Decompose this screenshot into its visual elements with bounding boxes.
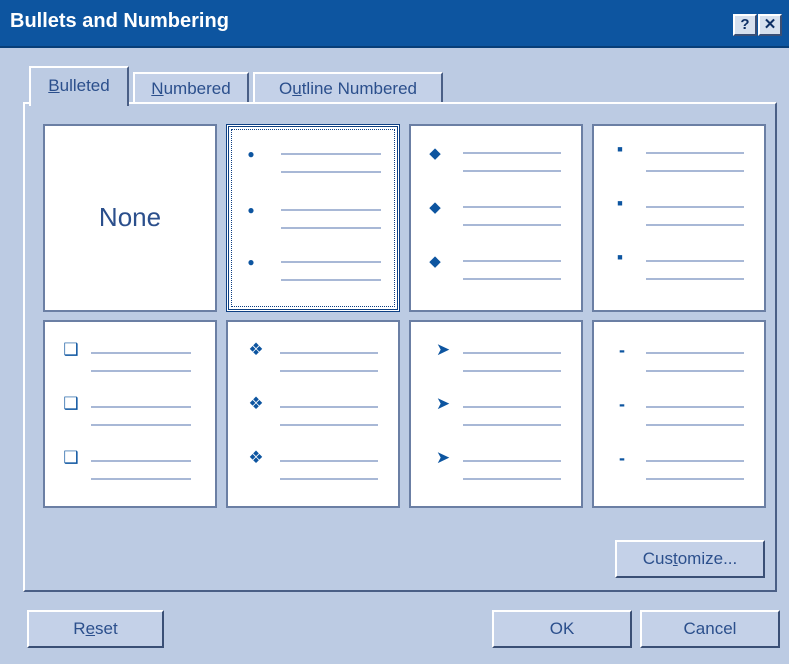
reset-button[interactable]: Reset bbox=[27, 610, 164, 648]
bulleted-panel: None ● ● ● ◆ ◆ ◆ ■ ■ ■ ❑ ❑ ❑ ❖ ❖ ❖ ➤ ➤ ➤… bbox=[23, 102, 777, 592]
square-bullet-icon: ■ bbox=[617, 252, 623, 262]
dash-bullet-icon: - bbox=[619, 448, 625, 468]
bullet-style-round[interactable]: ● ● ● bbox=[226, 124, 400, 312]
bullet-style-none[interactable]: None bbox=[43, 124, 217, 312]
bullet-style-arrowhead[interactable]: ➤ ➤ ➤ bbox=[409, 320, 583, 508]
arrowhead-bullet-icon: ➤ bbox=[435, 394, 451, 413]
ok-button[interactable]: OK bbox=[492, 610, 632, 648]
round-bullet-icon: ● bbox=[247, 147, 255, 161]
bullet-style-hollow-square[interactable]: ❑ ❑ ❑ bbox=[43, 320, 217, 508]
bullet-style-dash[interactable]: - - - bbox=[592, 320, 766, 508]
hollow-square-bullet-icon: ❑ bbox=[63, 448, 79, 467]
help-button[interactable]: ? bbox=[733, 14, 757, 36]
square-bullet-icon: ■ bbox=[617, 144, 623, 154]
title-bar: Bullets and Numbering ? ✕ bbox=[0, 0, 789, 48]
diamond-bullet-icon: ◆ bbox=[429, 199, 441, 216]
round-bullet-icon: ● bbox=[247, 203, 255, 217]
none-label: None bbox=[98, 202, 162, 232]
four-diamond-bullet-icon: ❖ bbox=[248, 448, 264, 467]
hollow-square-bullet-icon: ❑ bbox=[63, 394, 79, 413]
four-diamond-bullet-icon: ❖ bbox=[248, 394, 264, 413]
round-bullet-icon: ● bbox=[247, 255, 255, 269]
tab-bulleted[interactable]: Bulleted bbox=[29, 66, 129, 106]
bullet-style-diamond[interactable]: ◆ ◆ ◆ bbox=[409, 124, 583, 312]
arrowhead-bullet-icon: ➤ bbox=[435, 340, 451, 359]
four-diamond-bullet-icon: ❖ bbox=[248, 340, 264, 359]
dash-bullet-icon: - bbox=[619, 340, 625, 360]
hollow-square-bullet-icon: ❑ bbox=[63, 340, 79, 359]
diamond-bullet-icon: ◆ bbox=[429, 253, 441, 270]
diamond-bullet-icon: ◆ bbox=[429, 145, 441, 162]
customize-button[interactable]: Customize... bbox=[615, 540, 765, 578]
square-bullet-icon: ■ bbox=[617, 198, 623, 208]
dialog-title: Bullets and Numbering bbox=[10, 10, 229, 32]
tab-outline-numbered[interactable]: Outline Numbered bbox=[253, 72, 443, 104]
arrowhead-bullet-icon: ➤ bbox=[435, 448, 451, 467]
bullet-style-square[interactable]: ■ ■ ■ bbox=[592, 124, 766, 312]
close-button[interactable]: ✕ bbox=[758, 14, 782, 36]
dash-bullet-icon: - bbox=[619, 394, 625, 414]
cancel-button[interactable]: Cancel bbox=[640, 610, 780, 648]
tab-numbered[interactable]: Numbered bbox=[133, 72, 249, 104]
bullet-style-four-diamond[interactable]: ❖ ❖ ❖ bbox=[226, 320, 400, 508]
